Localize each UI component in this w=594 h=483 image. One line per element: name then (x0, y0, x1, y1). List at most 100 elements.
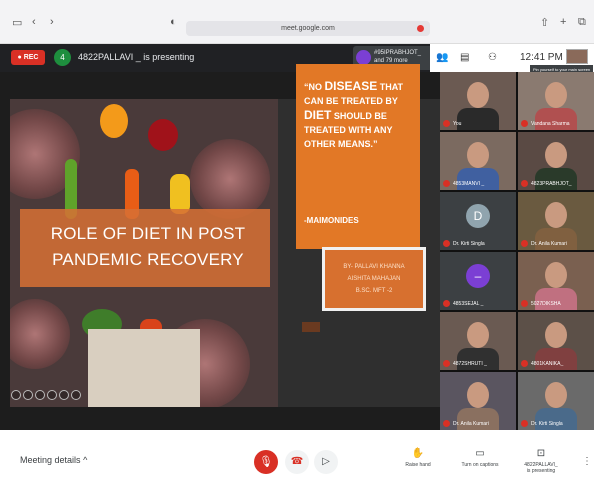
chevron-up-icon: ^ (83, 455, 88, 465)
participant-face (467, 142, 489, 168)
pointer-icon[interactable] (11, 390, 21, 400)
mic-muted-icon (521, 240, 528, 247)
yellow-pepper (170, 174, 190, 214)
credit-line: AISHITA MAHAJAN (347, 276, 401, 282)
tabs-icon[interactable]: ⧉ (578, 16, 586, 29)
participant-label: 4853SEJAL _ (443, 300, 483, 307)
forward-icon[interactable]: › (50, 16, 54, 28)
mic-muted-icon (521, 120, 528, 127)
participant-tile[interactable]: – 4853SEJAL _ (440, 252, 516, 310)
meet-window: ▭ ‹ › ◐ meet.google.com ⇧ + ⧉ ● REC 4 48… (0, 0, 594, 483)
participant-name: You (453, 120, 462, 127)
participant-tile[interactable]: 5027DIKSHA (518, 252, 594, 310)
grocery-bag (88, 329, 200, 407)
mic-muted-icon (521, 420, 528, 427)
mic-muted-icon (443, 240, 450, 247)
avatar: D (466, 204, 490, 228)
participant-label: 4853MANVI _ (443, 180, 484, 187)
participant-tile[interactable]: D Dr. Kirti Singla (440, 192, 516, 250)
browser-toolbar: ▭ ‹ › ◐ meet.google.com ⇧ + ⧉ (0, 0, 594, 44)
hang-up-icon: ☎ (290, 456, 304, 467)
mic-muted-icon (443, 420, 450, 427)
more-options-icon[interactable]: ⋮ (582, 456, 592, 467)
credit-line: B.SC. MFT -2 (355, 288, 393, 294)
mic-muted-icon (443, 360, 450, 367)
mic-muted-icon (443, 180, 450, 187)
grid-icon[interactable] (47, 390, 57, 400)
participant-tile[interactable]: 4872SHRUTI _ (440, 312, 516, 370)
clock: 12:41 PM (520, 52, 563, 63)
participant-tile[interactable]: Dr. Anila Kumari (518, 192, 594, 250)
leave-call-button[interactable]: ☎ (285, 450, 309, 474)
participant-face (467, 322, 489, 348)
participant-name: 4853MANVI _ (453, 180, 485, 187)
avatar (356, 50, 371, 65)
virus-graphic (190, 139, 270, 219)
participant-label: Vandana Sharma (521, 120, 570, 127)
mic-off-button[interactable]: 🎙 (254, 450, 278, 474)
virus-graphic (10, 299, 70, 369)
participant-name: 4801KANIKA_ (531, 360, 564, 367)
recording-dot-icon (417, 25, 424, 32)
participant-tile[interactable]: Vandana Sharma (518, 72, 594, 130)
participant-name: 4823PRABHJOT_ (531, 180, 572, 187)
mic-muted-icon (443, 300, 450, 307)
chat-icon[interactable]: ▤ (460, 52, 469, 63)
captions-icon: ▭ (475, 448, 485, 459)
participant-name: Vandana Sharma (531, 120, 570, 127)
self-view-thumbnail[interactable] (566, 49, 588, 64)
participant-name: Dr. Kirti Singla (453, 240, 485, 247)
shield-icon: ◐ (170, 16, 177, 28)
raise-hand-button[interactable]: ✋ Raise hand (400, 448, 436, 468)
avatar: – (466, 264, 490, 288)
participant-tile[interactable]: 4853MANVI _ (440, 132, 516, 190)
decorative-block (302, 322, 320, 332)
mic-muted-icon (521, 300, 528, 307)
meeting-details-button[interactable]: Meeting details ^ (20, 455, 87, 465)
participant-tile[interactable]: 4801KANIKA_ (518, 312, 594, 370)
participant-tile[interactable]: Dr. Anila Kumari (440, 372, 516, 430)
participant-tile[interactable]: Dr. Kirti Singla (518, 372, 594, 430)
participant-label: 4872SHRUTI _ (443, 360, 487, 367)
participant-tile[interactable]: 4823PRABHJOT_ (518, 132, 594, 190)
participant-name: Dr. Anila Kumari (453, 420, 489, 427)
red-apple (148, 119, 178, 151)
participant-face (545, 322, 567, 348)
slide-title: ROLE OF DIET IN POST PANDEMIC RECOVERY (50, 224, 246, 269)
quote-author: -MAIMONIDES (304, 216, 359, 225)
participant-grid: You Vandana Sharma 4853MANVI _ 4823PRABHJOT… (440, 72, 594, 430)
participant-label: 4801KANIKA_ (521, 360, 563, 367)
participant-name: 4872SHRUTI _ (453, 360, 487, 367)
people-icon[interactable]: 👥 (436, 52, 448, 63)
activities-icon[interactable]: ⚇ (488, 52, 497, 63)
back-icon[interactable]: ‹ (32, 16, 36, 28)
participant-face (545, 202, 567, 228)
participant-label: 4823PRABHJOT_ (521, 180, 572, 187)
camera-button[interactable]: ▷ (314, 450, 338, 474)
participant-name: 4853SEJAL _ (453, 300, 484, 307)
zoom-icon[interactable] (59, 390, 69, 400)
participant-name: Dr. Anila Kumari (531, 240, 567, 247)
previous-icon[interactable] (23, 390, 33, 400)
url-text: meet.google.com (281, 25, 335, 32)
meeting-bottom-bar: Meeting details ^ 🎙 ☎ ▷ ✋ Raise hand ▭ Tur… (0, 430, 594, 483)
participant-label: 5027DIKSHA (521, 300, 561, 307)
participants-summary-text: #95IPRABHJOT_ and 79 more (374, 50, 422, 64)
new-tab-icon[interactable]: + (560, 16, 566, 28)
address-bar[interactable]: meet.google.com (186, 21, 430, 36)
participant-tile[interactable]: You (440, 72, 516, 130)
slide-controls (11, 387, 83, 400)
presenting-status: 4822PALLAVI _ is presenting (78, 52, 195, 62)
more-icon[interactable] (71, 390, 81, 400)
recording-badge: ● REC (11, 50, 45, 65)
share-icon[interactable]: ⇧ (540, 16, 549, 29)
participant-face (545, 382, 567, 408)
presenting-button[interactable]: ⊡ 4822PALLAVI_ is presenting (518, 448, 564, 474)
pen-icon[interactable] (35, 390, 45, 400)
hand-icon: ✋ (411, 448, 425, 459)
slide-image-panel: ROLE OF DIET IN POST PANDEMIC RECOVERY (10, 99, 278, 407)
sidebar-icon[interactable]: ▭ (12, 16, 22, 29)
participant-label: You (443, 120, 461, 127)
captions-button[interactable]: ▭ Turn on captions (452, 448, 508, 468)
participant-face (467, 82, 489, 108)
